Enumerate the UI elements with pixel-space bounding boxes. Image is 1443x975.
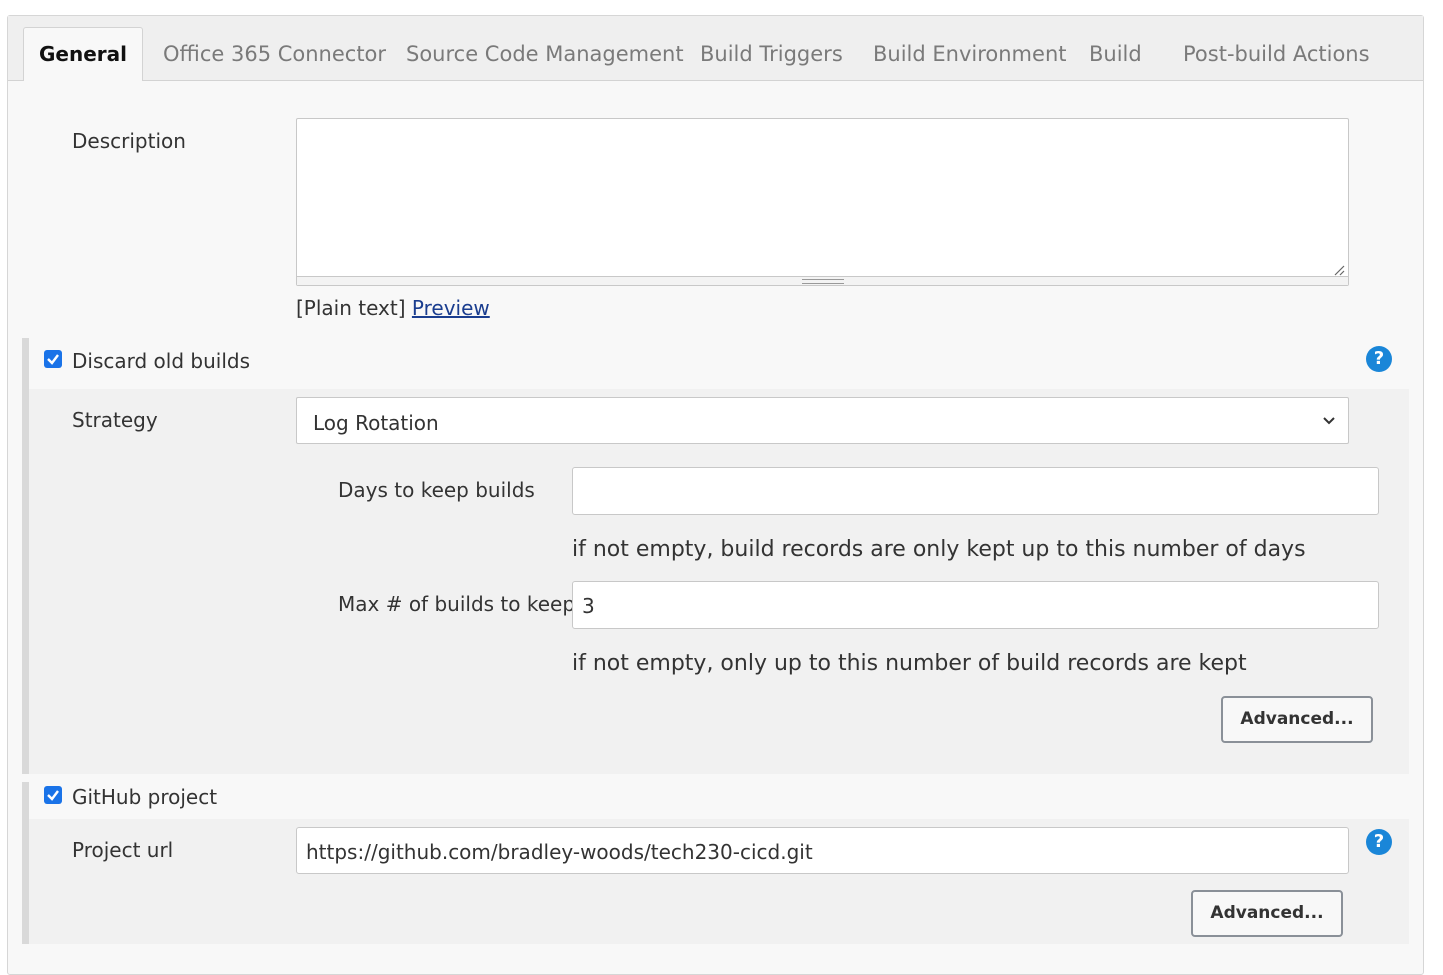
tab-build-environment[interactable]: Build Environment: [873, 16, 1066, 80]
chevron-down-icon: [1323, 417, 1335, 425]
days-to-keep-label: Days to keep builds: [338, 478, 535, 502]
discard-section-bar: [22, 338, 29, 774]
github-project-label: GitHub project: [72, 785, 218, 809]
discard-old-builds-checkbox[interactable]: [44, 350, 62, 368]
tab-office-365-connector[interactable]: Office 365 Connector: [163, 16, 386, 80]
plain-text-label: [Plain text]: [296, 296, 406, 320]
checkmark-icon: [47, 354, 59, 365]
days-to-keep-input[interactable]: [572, 467, 1379, 515]
grip-lines-icon: [802, 279, 844, 284]
github-advanced-button[interactable]: Advanced...: [1191, 890, 1343, 937]
github-section-bar: [22, 782, 29, 944]
discard-old-builds-label: Discard old builds: [72, 349, 250, 373]
textarea-grip[interactable]: [297, 276, 1348, 285]
max-builds-label: Max # of builds to keep: [338, 592, 576, 616]
tab-build-triggers[interactable]: Build Triggers: [700, 16, 843, 80]
project-url-input[interactable]: https://github.com/bradley-woods/tech230…: [296, 827, 1349, 874]
strategy-label: Strategy: [72, 408, 158, 432]
project-url-label: Project url: [72, 838, 174, 862]
strategy-select[interactable]: Log Rotation: [296, 397, 1349, 444]
max-builds-input[interactable]: 3: [572, 581, 1379, 629]
github-project-checkbox[interactable]: [44, 786, 62, 804]
description-label: Description: [72, 129, 186, 153]
discard-advanced-button[interactable]: Advanced...: [1221, 696, 1373, 743]
help-icon[interactable]: ?: [1366, 346, 1392, 372]
description-textarea[interactable]: [296, 118, 1349, 286]
tab-source-code-management[interactable]: Source Code Management: [406, 16, 684, 80]
strategy-value: Log Rotation: [313, 411, 439, 435]
description-format: [Plain text] Preview: [296, 296, 490, 320]
tab-build[interactable]: Build: [1089, 16, 1142, 80]
help-icon[interactable]: ?: [1366, 829, 1392, 855]
tab-post-build-actions[interactable]: Post-build Actions: [1183, 16, 1370, 80]
tab-bar: General Office 365 Connector Source Code…: [8, 16, 1423, 81]
preview-link[interactable]: Preview: [412, 296, 490, 320]
days-to-keep-hint: if not empty, build records are only kep…: [572, 537, 1306, 562]
resize-handle-icon[interactable]: [1333, 263, 1345, 276]
checkmark-icon: [47, 790, 59, 801]
max-builds-hint: if not empty, only up to this number of …: [572, 651, 1247, 676]
tab-general[interactable]: General: [23, 27, 143, 81]
